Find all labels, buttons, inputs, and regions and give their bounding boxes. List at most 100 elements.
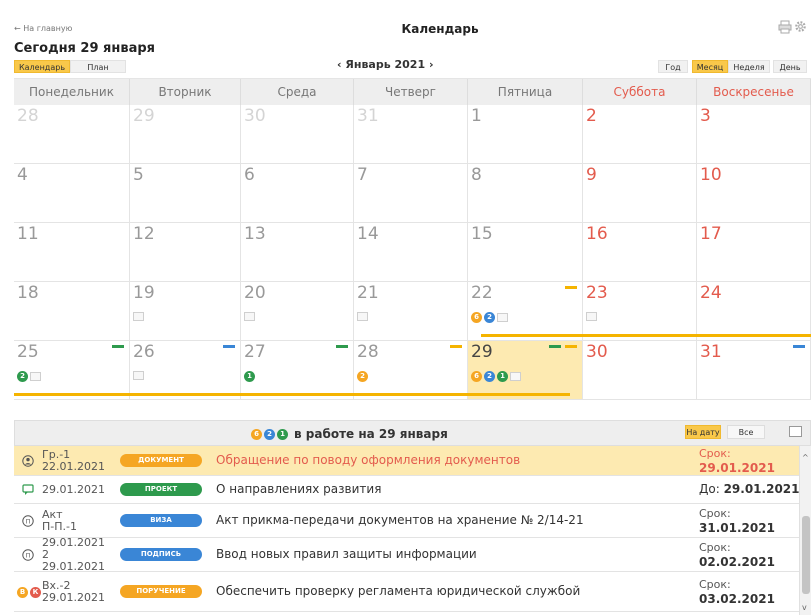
filter-all[interactable]: Все [727,425,765,439]
day-cell[interactable]: 31 [354,105,468,164]
weekday-header: Понедельник [14,79,130,105]
calendar-mini-icon[interactable] [357,312,368,321]
calendar-mini-icon[interactable] [30,372,41,381]
day-cell[interactable]: 7 [354,164,468,223]
day-number: 9 [586,165,597,185]
day-number: 19 [133,283,155,303]
task-count-badge[interactable]: 1 [244,371,255,382]
day-number: 26 [133,342,155,362]
day-cell[interactable]: 15 [468,223,583,282]
tab-day[interactable]: День [773,60,807,73]
day-cell[interactable]: 18 [14,282,130,341]
day-number: 16 [586,224,608,244]
day-cell[interactable]: 30 [583,341,697,400]
task-row[interactable]: Гр.-1 22.01.2021 ДОКУМЕНТ Обращение по пово… [14,446,799,476]
day-number: 28 [17,106,39,126]
day-cell[interactable]: 19 [130,282,241,341]
task-subject[interactable]: Обращение по поводу оформления документо… [216,453,520,467]
svg-text:П: П [26,552,31,559]
tab-year[interactable]: Год [658,60,688,73]
day-cell[interactable]: 1 [468,105,583,164]
next-month-button[interactable]: › [429,58,434,71]
task-count-badge[interactable]: 6 [251,428,262,440]
printer-icon[interactable] [778,20,792,34]
day-cell[interactable]: 27 1 [241,341,354,400]
day-cell[interactable]: 29 6 2 1 [468,341,583,400]
day-number: 3 [700,106,711,126]
calendar-mini-icon[interactable] [497,313,508,322]
day-cell[interactable]: 12 [130,223,241,282]
day-cell[interactable]: 29 [130,105,241,164]
calendar-mini-icon[interactable] [244,312,255,321]
tab-plan[interactable]: План [70,60,126,73]
task-row[interactable]: В К Вх.-2 29.01.2021 ПОРУЧЕНИЕ Обеспечить про… [14,572,799,612]
day-badges [357,312,368,321]
event-marker [336,345,348,348]
day-cell[interactable]: 23 [583,282,697,341]
calendar-mini-icon[interactable] [133,312,144,321]
task-subject[interactable]: Акт прикма-передачи документов на хранен… [216,513,584,527]
day-cell[interactable]: 26 [130,341,241,400]
calendar-mini-icon[interactable] [510,372,521,381]
task-subject[interactable]: О направлениях развития [216,482,381,496]
task-row[interactable]: 29.01.2021 ПРОЕКТ О направлениях развития Д… [14,476,799,504]
day-cell[interactable]: 10 [697,164,811,223]
day-cell[interactable]: 28 [14,105,130,164]
tasks-panel-title-text: в работе на 29 января [294,427,448,441]
day-cell[interactable]: 11 [14,223,130,282]
gear-icon[interactable] [794,20,807,33]
task-count-badge[interactable]: 1 [497,371,508,382]
task-count-badge[interactable]: 1 [277,428,288,440]
day-number: 23 [586,283,608,303]
event-marker [549,345,561,348]
tab-month[interactable]: Месяц [692,60,728,73]
day-cell[interactable]: 8 [468,164,583,223]
day-cell[interactable]: 24 [697,282,811,341]
scroll-up-icon[interactable]: ^ [802,454,810,462]
day-cell[interactable]: 9 [583,164,697,223]
day-cell[interactable]: 5 [130,164,241,223]
day-cell[interactable]: 30 [241,105,354,164]
task-row[interactable]: П Акт П-П.-1 ВИЗА Акт прикма-передачи докуме… [14,504,799,538]
day-cell[interactable]: 20 [241,282,354,341]
day-cell[interactable]: 4 [14,164,130,223]
task-count-badge[interactable]: 2 [484,312,495,323]
day-cell[interactable]: 17 [697,223,811,282]
task-count-badge[interactable]: 2 [484,371,495,382]
expand-icon[interactable] [789,426,802,437]
scroll-thumb[interactable] [802,516,810,594]
filter-on-date[interactable]: На дату [685,425,721,439]
day-cell[interactable]: 14 [354,223,468,282]
day-cell[interactable]: 3 [697,105,811,164]
day-cell[interactable]: 13 [241,223,354,282]
tab-week[interactable]: Неделя [728,60,770,73]
day-cell[interactable]: 25 2 [14,341,130,400]
task-row[interactable]: П 29.01.2021 2 29.01.2021 ПОДПИСЬ Ввод новых … [14,537,799,573]
day-cell[interactable]: 16 [583,223,697,282]
day-cell[interactable]: 28 2 [354,341,468,400]
task-count-badge[interactable]: 6 [471,312,482,323]
task-subject[interactable]: Ввод новых правил защиты информации [216,547,477,561]
event-span-line[interactable] [481,334,811,337]
tab-calendar[interactable]: Календарь [14,60,70,73]
event-span-line[interactable] [14,393,570,396]
day-number: 1 [471,106,482,126]
calendar-mini-icon[interactable] [586,312,597,321]
scrollbar[interactable]: ^ v [799,446,811,615]
task-count-badge[interactable]: 6 [471,371,482,382]
task-subject[interactable]: Обеспечить проверку регламента юридическ… [216,584,580,598]
task-count-badge[interactable]: 2 [17,371,28,382]
weekday-header: Вторник [130,79,241,105]
day-cell[interactable]: 6 [241,164,354,223]
day-cell[interactable]: 21 [354,282,468,341]
calendar-mini-icon[interactable] [133,371,144,380]
day-cell[interactable]: 31 [697,341,811,400]
day-cell[interactable]: 22 6 2 [468,282,583,341]
event-marker [793,345,805,348]
day-cell[interactable]: 2 [583,105,697,164]
task-context: 22.01.2021 [42,460,105,473]
scroll-down-icon[interactable]: v [802,604,810,612]
task-count-badge[interactable]: 2 [264,428,275,440]
prev-month-button[interactable]: ‹ [337,58,342,71]
task-count-badge[interactable]: 2 [357,371,368,382]
